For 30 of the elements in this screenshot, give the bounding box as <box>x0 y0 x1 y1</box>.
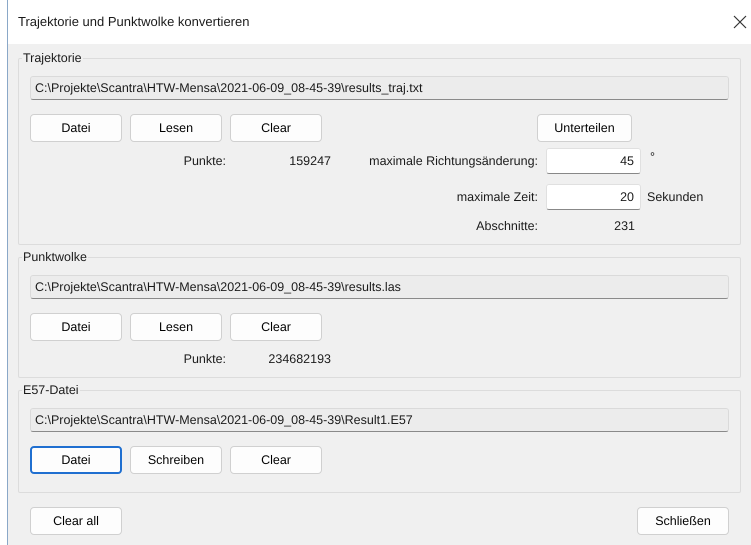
window-title: Trajektorie und Punktwolke konvertieren <box>18 13 250 32</box>
dialog-button[interactable]: Unterteilen <box>537 114 632 142</box>
path-field[interactable]: C:\Projekte\Scantra\HTW-Mensa\2021-06-09_08-45-39\results.las <box>30 275 729 299</box>
field-value: 234682193 <box>267 350 331 368</box>
field-label: Punkte: <box>182 152 226 170</box>
number-field[interactable]: 45 <box>546 148 641 174</box>
path-field[interactable]: C:\Projekte\Scantra\HTW-Mensa\2021-06-09_08-45-39\results_traj.txt <box>30 76 729 100</box>
dialog-button[interactable]: Clear <box>230 446 322 474</box>
field-value: 231 <box>613 218 636 235</box>
group-title: Trajektorie <box>22 50 83 66</box>
dialog-button[interactable]: Lesen <box>130 114 222 142</box>
unit-label: Sekunden <box>647 188 704 206</box>
dialog-button[interactable]: Datei <box>30 313 122 341</box>
field-label: Abschnitte: <box>475 218 538 235</box>
field-label: maximale Richtungsänderung: <box>368 152 538 170</box>
number-field[interactable]: 20 <box>546 184 641 210</box>
dialog-button[interactable]: Clear <box>230 313 322 341</box>
dialog-button[interactable]: Clear all <box>30 507 122 535</box>
dialog-button[interactable]: Clear <box>230 114 322 142</box>
dialog-button[interactable]: Schreiben <box>130 446 222 474</box>
close-icon[interactable] <box>733 15 747 29</box>
dialog-button[interactable]: Schließen <box>637 507 729 535</box>
path-field[interactable]: C:\Projekte\Scantra\HTW-Mensa\2021-06-09_08-45-39\Result1.E57 <box>30 408 729 432</box>
dialog-button[interactable]: Lesen <box>130 313 222 341</box>
dialog-button[interactable]: Datei <box>30 114 122 142</box>
field-value: 159247 <box>288 152 331 170</box>
field-label: maximale Zeit: <box>456 188 538 206</box>
dialog-button[interactable]: Datei <box>30 446 122 474</box>
unit-label: ° <box>650 149 656 166</box>
field-label: Punkte: <box>182 350 226 368</box>
